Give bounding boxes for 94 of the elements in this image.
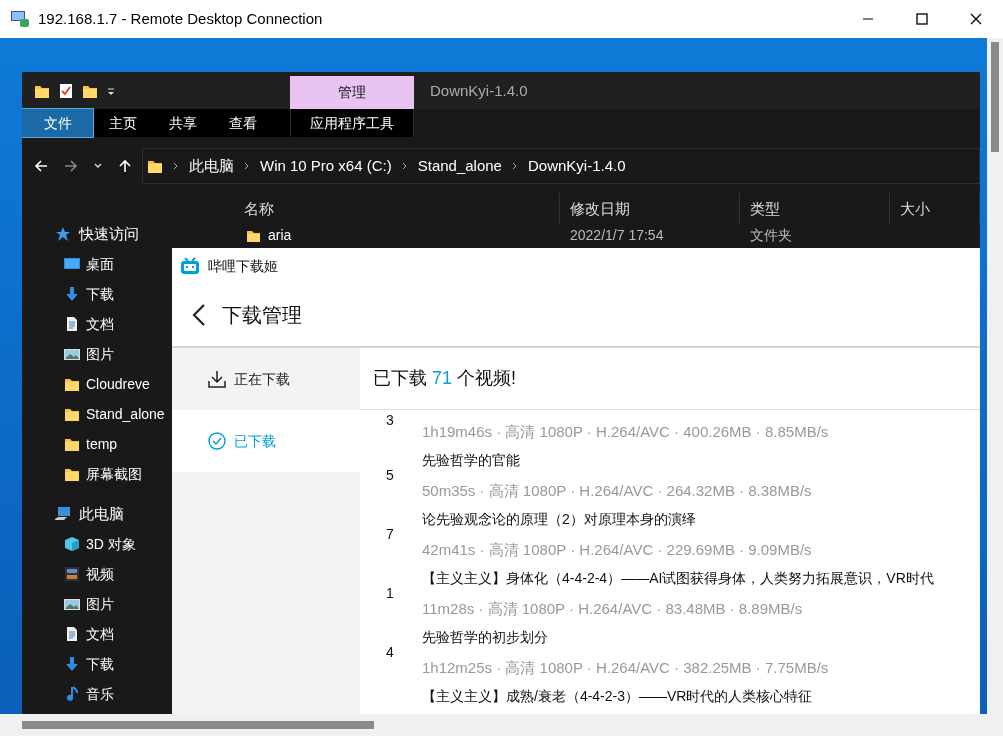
file-name[interactable]: aria [268,224,292,246]
address-bar[interactable]: 此电脑 Win 10 Pro x64 (C:) Stand_alone DownKyi-1.4.0 [142,148,980,184]
landscape-image-icon [64,596,80,612]
ribbon-tab[interactable]: 应用程序工具 [290,109,414,137]
nav-item[interactable]: 屏幕截图 [86,463,142,485]
monitor-icon [64,256,80,272]
folder-icon [64,376,80,392]
down-arrow-icon [64,286,80,302]
folder-icon [64,406,80,422]
row-number: 7 [386,526,394,542]
scrollbar-thumb[interactable] [22,721,374,729]
breadcrumb-item[interactable]: Stand_alone [417,154,502,178]
nav-item[interactable]: Stand_alone [86,403,165,425]
document-icon [64,316,80,332]
row-number: 1 [386,585,394,601]
video-info: 11m28s · 高清 1080P · H.264/AVC · 83.48MB · 8.89MB/s [422,599,804,619]
video-title[interactable]: 先验哲学的官能 [422,450,812,470]
breadcrumb-item[interactable]: DownKyi-1.4.0 [527,154,626,178]
nav-item[interactable]: 图片 [86,343,114,365]
download-icon [208,370,226,388]
nav-header[interactable]: 此电脑 [79,502,124,526]
breadcrumb-item[interactable]: Win 10 Pro x64 (C:) [260,154,392,178]
window-title: DownKyi-1.4.0 [430,81,528,101]
context-tab[interactable]: 管理 [290,76,414,109]
breadcrumb-item[interactable]: 此电脑 [189,154,234,178]
video-title[interactable]: 【主义主义】成熟/衰老（4-4-2-3）——VR时代的人类核心特征 [422,686,813,706]
folder-icon [64,466,80,482]
checklist-icon[interactable] [58,82,74,99]
window-title: 192.168.1.7 - Remote Desktop Connection [38,8,323,29]
nav-item[interactable]: 下载 [86,283,114,305]
nav-item[interactable]: Cloudreve [86,373,150,395]
video-info: 50m35s · 高清 1080P · H.264/AVC · 264.32MB · 8.38MB/s [422,481,812,501]
chevron-right-icon [511,162,518,170]
scrollbar-thumb[interactable] [991,42,999,152]
close-icon [970,13,982,25]
video-info: 42m41s · 高清 1080P · H.264/AVC · 229.69MB · 9.09MB/s [422,540,812,560]
row-number: 5 [386,467,394,483]
chevron-down-icon[interactable] [94,162,102,170]
nav-item[interactable]: 文档 [86,313,114,335]
nav-item[interactable]: 图片 [86,593,114,615]
back-arrow-icon[interactable] [34,159,48,173]
video-title[interactable]: 论先验观念论的原理（2）对原理本身的演绎 [422,509,812,529]
remote-desktop-icon [10,10,30,28]
column-header[interactable]: 名称 [220,193,560,225]
column-header[interactable]: 类型 [740,193,890,225]
video-info: 1h12m25s · 高清 1080P · H.264/AVC · 382.25MB · 7.75MB/s [422,658,829,678]
row-number: 3 [386,412,394,428]
ribbon-tab[interactable]: 共享 [153,109,213,137]
chevron-right-icon [401,162,408,170]
back-chevron-icon[interactable] [192,303,206,327]
music-note-icon [64,686,80,702]
horizontal-scrollbar[interactable] [0,714,1003,736]
nav-item[interactable]: 音乐 [86,683,114,705]
document-icon [64,626,80,642]
cube-icon [64,536,80,552]
star-icon [55,226,71,242]
vertical-scrollbar[interactable] [987,38,1003,714]
file-date: 2022/1/7 17:54 [569,225,665,245]
dropdown-icon[interactable] [106,85,116,96]
computer-icon [55,506,71,522]
maximize-icon [916,13,928,25]
check-circle-icon [208,432,226,450]
ribbon-tab[interactable]: 文件 [22,109,93,137]
ribbon-tab[interactable]: 查看 [213,109,273,137]
tv-icon [180,257,200,275]
file-type: 文件夹 [749,225,793,245]
forward-arrow-icon[interactable] [64,159,78,173]
ribbon-tab[interactable]: 主页 [93,109,153,137]
nav-item[interactable]: 视频 [86,563,114,585]
nav-item[interactable]: 文档 [86,623,114,645]
film-icon [64,566,80,582]
nav-item[interactable]: 桌面 [86,253,114,275]
nav-header[interactable]: 快速访问 [79,222,139,246]
row-number: 4 [386,644,394,660]
video-title[interactable]: 先验哲学的初步划分 [422,627,829,647]
nav-item[interactable]: 3D 对象 [86,533,136,555]
nav-item[interactable]: 下载 [86,653,114,675]
folder-icon [64,436,80,452]
summary-text: 已下载 71 个视频! [360,348,980,410]
column-header[interactable]: 大小 [890,193,980,225]
chevron-right-icon [173,162,179,170]
column-header[interactable]: 修改日期 [560,193,740,225]
folder-icon [147,158,163,174]
nav-item[interactable]: temp [86,433,118,455]
sidebar-item[interactable]: 正在下载 [172,348,360,410]
app-title: 哔哩下载姬 [208,256,278,276]
video-title[interactable]: 【主义主义】身体化（4-4-2-4）——AI试图获得身体，人类努力拓展意识，VR时代 [422,568,934,588]
folder-icon [246,228,260,242]
down-arrow-icon [64,656,80,672]
landscape-image-icon [64,346,80,362]
chevron-right-icon [244,162,250,170]
page-title: 下载管理 [222,303,302,328]
up-arrow-icon[interactable] [118,159,132,173]
video-info: 1h19m46s · 高清 1080P · H.264/AVC · 400.26MB · 8.85MB/s [422,422,829,442]
